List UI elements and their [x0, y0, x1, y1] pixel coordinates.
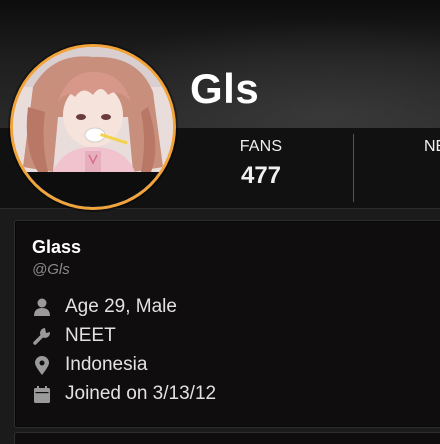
profile-display-name: Gls — [190, 65, 260, 112]
age-gender-text: Age 29, Male — [65, 296, 177, 317]
stats-divider — [353, 134, 354, 202]
fans-count: 477 — [240, 162, 282, 189]
profile-handle[interactable]: @Gls — [32, 261, 70, 278]
profile-page: Gls FANS 477 NE — [0, 0, 440, 444]
occupation-text: NEET — [65, 325, 116, 346]
occupation-row: NEET — [32, 324, 116, 348]
profile-card: Glass @Gls Age 29, Male NEET Indonesia J… — [14, 220, 440, 428]
next-card — [14, 432, 440, 444]
next-stat-label[interactable]: NE — [424, 138, 440, 156]
location-pin-icon — [32, 355, 52, 375]
joined-row: Joined on 3/13/12 — [32, 382, 216, 406]
avatar-image — [13, 47, 173, 207]
user-icon — [32, 297, 52, 317]
avatar[interactable] — [10, 44, 176, 210]
calendar-icon — [32, 384, 52, 404]
joined-text: Joined on 3/13/12 — [65, 383, 217, 404]
profile-name: Glass — [32, 237, 82, 257]
fans-label: FANS — [239, 138, 283, 155]
wrench-icon — [32, 326, 52, 346]
location-text: Indonesia — [65, 354, 148, 375]
age-gender-row: Age 29, Male — [32, 295, 177, 319]
fans-stat[interactable]: FANS 477 — [200, 128, 322, 190]
location-row: Indonesia — [32, 353, 147, 377]
